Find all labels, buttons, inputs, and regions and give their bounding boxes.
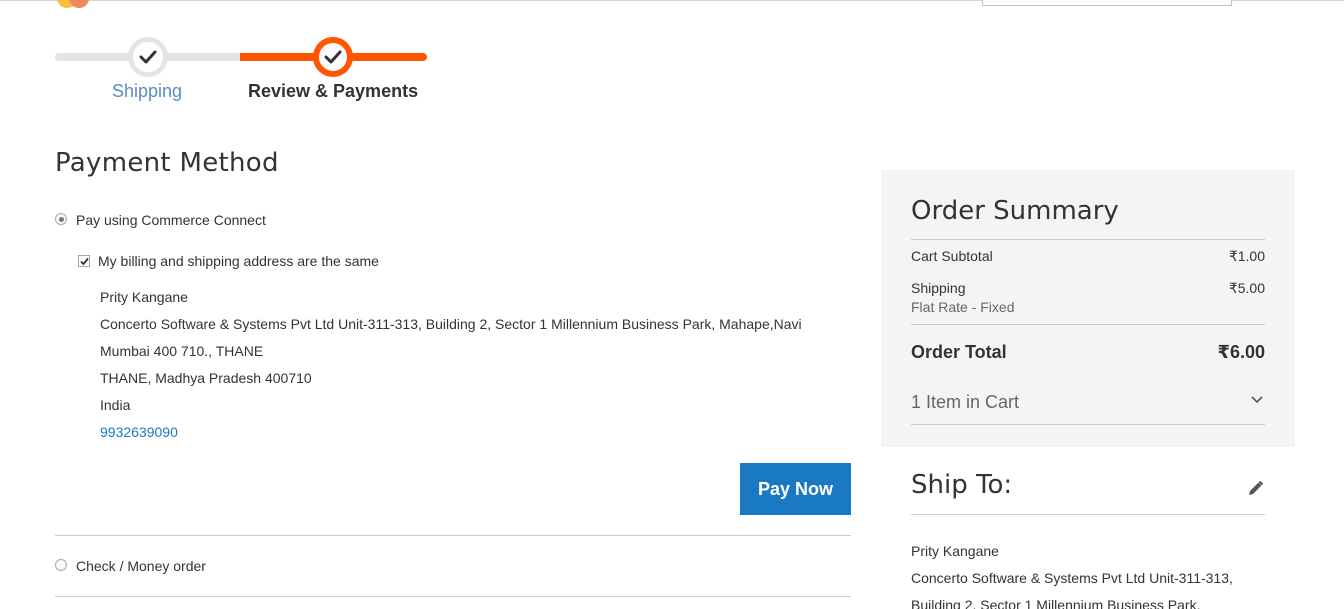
checkout-progress-bar: Shipping Review & Payments xyxy=(55,34,435,104)
divider xyxy=(911,239,1265,240)
divider xyxy=(911,424,1265,425)
order-total-value: ₹6.00 xyxy=(1217,342,1265,362)
store-logo[interactable] xyxy=(57,0,97,8)
checkmark-icon xyxy=(80,257,89,266)
subtotal-row: Cart Subtotal ₹1.00 xyxy=(911,248,1265,264)
shipping-value: ₹5.00 xyxy=(1228,280,1265,296)
divider xyxy=(55,535,851,536)
order-summary-title: Order Summary xyxy=(911,196,1119,226)
step-shipping-link[interactable]: Shipping xyxy=(112,81,182,102)
checkmark-icon xyxy=(139,50,157,64)
billing-line2: Mumbai 400 710., THANE xyxy=(100,343,264,359)
billing-line1: Concerto Software & Systems Pvt Ltd Unit… xyxy=(100,316,802,332)
ship-to-title: Ship To: xyxy=(911,470,1013,500)
pencil-edit-icon[interactable] xyxy=(1247,480,1264,497)
ship-to-line1: Concerto Software & Systems Pvt Ltd Unit… xyxy=(911,570,1233,586)
search-input[interactable] xyxy=(982,0,1232,6)
step-review-label: Review & Payments xyxy=(248,81,419,101)
billing-line3: THANE, Madhya Pradesh 400710 xyxy=(100,370,312,386)
ship-to-line2: Building 2, Sector 1 Millennium Business… xyxy=(911,597,1201,609)
commerce-connect-radio[interactable] xyxy=(55,213,67,225)
billing-name: Prity Kangane xyxy=(100,289,188,305)
ship-to-address: Prity Kangane Concerto Software & System… xyxy=(911,538,1271,609)
shipping-method: Flat Rate - Fixed xyxy=(911,299,1015,315)
commerce-connect-label[interactable]: Pay using Commerce Connect xyxy=(76,212,266,228)
shipping-row: Shipping ₹5.00 Flat Rate - Fixed xyxy=(911,280,1265,315)
same-address-checkbox[interactable] xyxy=(78,255,90,267)
billing-address: Prity Kangane Concerto Software & System… xyxy=(100,284,840,446)
chevron-down-icon[interactable] xyxy=(1251,396,1263,404)
billing-phone-link[interactable]: 9932639090 xyxy=(100,424,178,440)
checkmark-icon xyxy=(324,50,342,64)
payment-method-title: Payment Method xyxy=(55,148,279,178)
same-address-label[interactable]: My billing and shipping address are the … xyxy=(98,253,379,269)
order-total-label: Order Total xyxy=(911,342,1007,362)
billing-country: India xyxy=(100,397,131,413)
divider xyxy=(55,596,851,597)
subtotal-label: Cart Subtotal xyxy=(911,248,993,264)
check-money-order-label[interactable]: Check / Money order xyxy=(76,558,206,574)
divider xyxy=(911,514,1265,515)
ship-to-name: Prity Kangane xyxy=(911,543,999,559)
items-in-cart-toggle[interactable]: 1 Item in Cart xyxy=(911,392,1265,413)
pay-now-button[interactable]: Pay Now xyxy=(740,463,851,515)
items-in-cart-label[interactable]: 1 Item in Cart xyxy=(911,392,1019,412)
subtotal-value: ₹1.00 xyxy=(1228,248,1265,264)
divider xyxy=(911,324,1265,325)
step-shipping-marker[interactable] xyxy=(128,37,168,77)
check-money-order-radio[interactable] xyxy=(55,559,67,571)
step-review-marker xyxy=(313,37,353,77)
order-total-row: Order Total ₹6.00 xyxy=(911,342,1265,363)
shipping-label: Shipping xyxy=(911,280,966,296)
order-summary-panel: Order Summary Cart Subtotal ₹1.00 Shippi… xyxy=(881,170,1295,447)
